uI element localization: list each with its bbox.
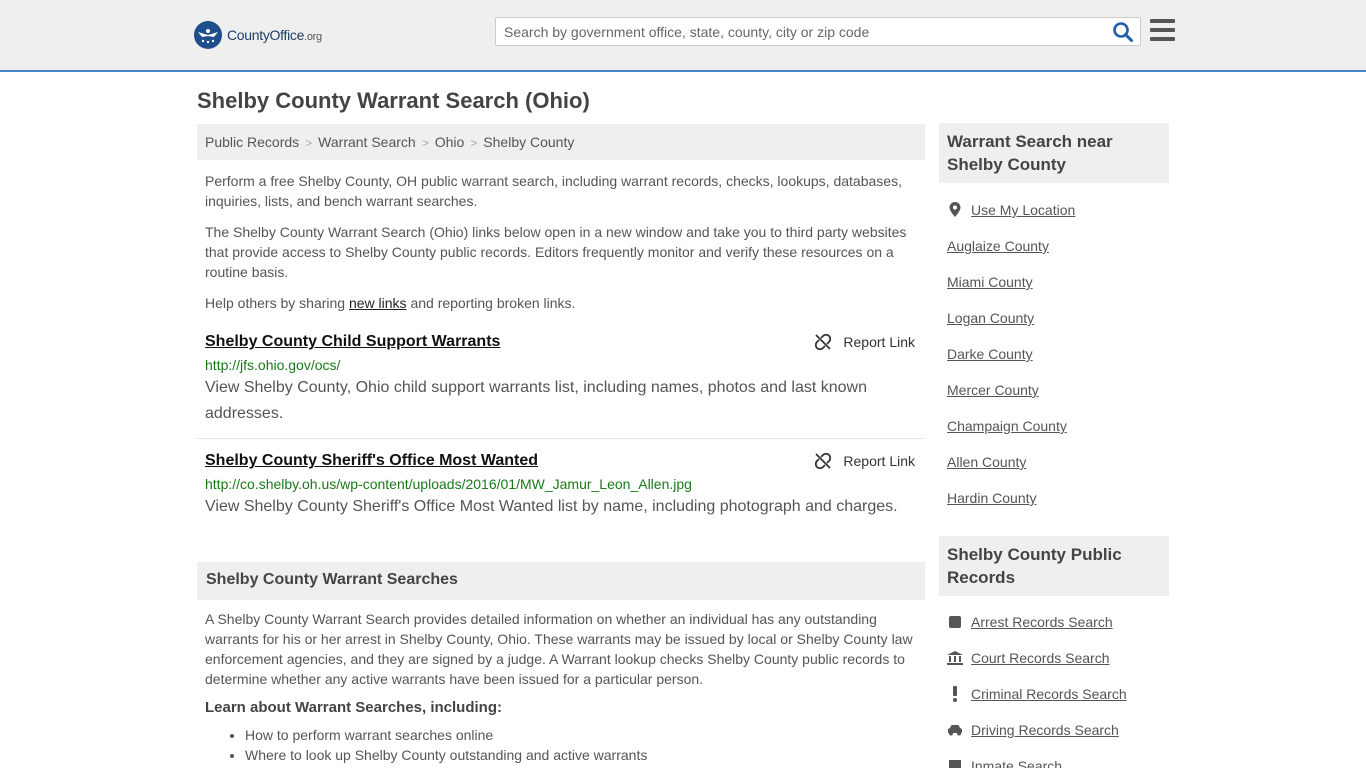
report-link-label: Report Link <box>843 334 915 350</box>
report-link-button[interactable]: Report Link <box>815 451 915 471</box>
intro-paragraph-3: Help others by sharing new links and rep… <box>205 295 576 311</box>
new-links-link[interactable]: new links <box>349 295 407 311</box>
report-link-button[interactable]: Report Link <box>815 332 915 352</box>
exclamation-icon <box>947 686 963 702</box>
breadcrumb: Public Records > Warrant Search > Ohio > Shelb… <box>197 124 925 160</box>
sidebar-heading-public-records: Shelby County Public Records <box>939 536 1169 596</box>
list-item: Champaign County <box>947 408 1161 444</box>
breadcrumb-separator-icon: > <box>421 136 429 150</box>
sidebar-item-hardin-county[interactable]: Hardin County <box>947 490 1037 506</box>
site-logo[interactable]: CountyOffice.org <box>194 21 322 49</box>
sidebar-item-court-records[interactable]: Court Records Search <box>971 650 1110 666</box>
list-item: How to perform warrant searches online <box>245 725 925 745</box>
list-item: Hardin County <box>947 480 1161 516</box>
intro-text: Perform a free Shelby County, OH public … <box>197 171 925 313</box>
intro-paragraph-2: The Shelby County Warrant Search (Ohio) … <box>205 224 907 280</box>
list-item: Darke County <box>947 336 1161 372</box>
broken-link-icon <box>815 334 832 350</box>
breadcrumb-warrant-search[interactable]: Warrant Search <box>318 134 416 150</box>
use-my-location-link[interactable]: Use My Location <box>971 202 1075 218</box>
resource-link-item: Shelby County Sheriff's Office Most Want… <box>197 439 925 520</box>
breadcrumb-separator-icon: > <box>470 136 478 150</box>
list-item: Logan County <box>947 300 1161 336</box>
square-icon <box>947 614 963 630</box>
main-content: Public Records > Warrant Search > Ohio > Shelb… <box>197 124 925 765</box>
sidebar-heading-nearby: Warrant Search near Shelby County <box>939 123 1169 183</box>
section-heading: Shelby County Warrant Searches <box>197 562 925 600</box>
hamburger-menu-icon[interactable] <box>1150 19 1175 43</box>
sidebar-item-inmate-search[interactable]: Inmate Search <box>971 758 1062 768</box>
list-item: Allen County <box>947 444 1161 480</box>
sidebar-item-miami-county[interactable]: Miami County <box>947 274 1033 290</box>
search-box <box>495 17 1141 46</box>
logo-eagle-icon <box>194 21 222 49</box>
sidebar-item-arrest-records[interactable]: Arrest Records Search <box>971 614 1113 630</box>
list-item: Where to look up Shelby County outstandi… <box>245 745 925 765</box>
sidebar-item-darke-county[interactable]: Darke County <box>947 346 1033 362</box>
learn-heading: Learn about Warrant Searches, including: <box>205 699 502 716</box>
list-item: Driving Records Search <box>947 712 1161 748</box>
nearby-county-list: Use My Location Auglaize County Miami Co… <box>939 192 1169 516</box>
sidebar-item-mercer-county[interactable]: Mercer County <box>947 382 1039 398</box>
intro-paragraph-1: Perform a free Shelby County, OH public … <box>205 173 902 209</box>
search-input[interactable] <box>496 18 1106 45</box>
list-item: Criminal Records Search <box>947 676 1161 712</box>
sidebar-item-allen-county[interactable]: Allen County <box>947 454 1026 470</box>
resource-link-title[interactable]: Shelby County Sheriff's Office Most Want… <box>205 451 538 471</box>
sidebar-item-auglaize-county[interactable]: Auglaize County <box>947 238 1049 254</box>
sidebar-item-champaign-county[interactable]: Champaign County <box>947 418 1067 434</box>
section-body: A Shelby County Warrant Search provides … <box>205 611 913 687</box>
resource-link-description: View Shelby County Sheriff's Office Most… <box>205 498 898 515</box>
sidebar-item-criminal-records[interactable]: Criminal Records Search <box>971 686 1127 702</box>
search-icon <box>1113 22 1133 42</box>
list-item: Arrest Records Search <box>947 604 1161 640</box>
resource-link-title[interactable]: Shelby County Child Support Warrants <box>205 332 500 352</box>
site-header: CountyOffice.org <box>0 0 1366 72</box>
sidebar-item-driving-records[interactable]: Driving Records Search <box>971 722 1119 738</box>
list-item: Court Records Search <box>947 640 1161 676</box>
resource-link-item: Shelby County Child Support Warrants Rep… <box>197 332 925 439</box>
resource-link-url: http://jfs.ohio.gov/ocs/ <box>205 357 341 373</box>
learn-list: How to perform warrant searches online W… <box>197 725 925 765</box>
list-item: Miami County <box>947 264 1161 300</box>
sidebar-item-logan-county[interactable]: Logan County <box>947 310 1034 326</box>
broken-link-icon <box>815 453 832 469</box>
list-item: Use My Location <box>947 192 1161 228</box>
sidebar: Warrant Search near Shelby County Use My… <box>939 123 1169 768</box>
breadcrumb-shelby-county[interactable]: Shelby County <box>483 134 574 150</box>
breadcrumb-public-records[interactable]: Public Records <box>205 134 299 150</box>
courthouse-icon <box>947 650 963 666</box>
logo-suffix: .org <box>304 31 322 43</box>
resource-link-url: http://co.shelby.oh.us/wp-content/upload… <box>205 476 692 492</box>
location-pin-icon <box>947 202 963 218</box>
logo-text: CountyOffice <box>227 27 305 43</box>
list-item: Inmate Search <box>947 748 1161 768</box>
report-link-label: Report Link <box>843 453 915 469</box>
search-button[interactable] <box>1112 21 1134 43</box>
breadcrumb-ohio[interactable]: Ohio <box>435 134 465 150</box>
list-item: Mercer County <box>947 372 1161 408</box>
car-icon <box>947 722 963 738</box>
page-title: Shelby County Warrant Search (Ohio) <box>197 88 590 113</box>
list-item: Auglaize County <box>947 228 1161 264</box>
inmate-icon <box>947 758 963 768</box>
public-records-list: Arrest Records Search Court Records Sear… <box>939 604 1169 768</box>
resource-link-description: View Shelby County, Ohio child support w… <box>205 379 867 422</box>
breadcrumb-separator-icon: > <box>305 136 313 150</box>
